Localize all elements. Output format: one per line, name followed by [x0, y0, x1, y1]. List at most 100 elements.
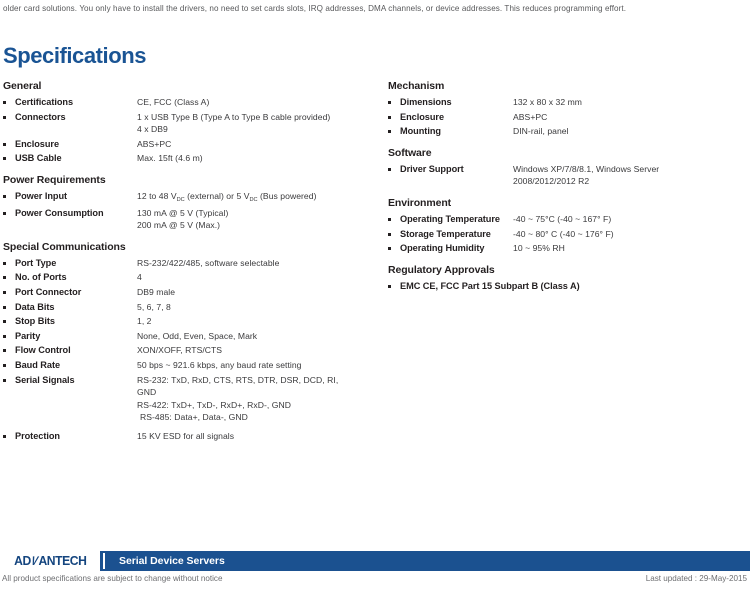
- spec-row: USB Cable Max. 15ft (4.6 m): [3, 152, 383, 165]
- spec-row: Storage Temperature -40 ~ 80° C (-40 ~ 17…: [388, 228, 748, 241]
- spec-group: Software Driver Support Windows XP/7/8/8.1…: [388, 147, 748, 188]
- spec-row: Protection 15 KV ESD for all signals: [3, 430, 383, 443]
- spec-group-heading: Power Requirements: [3, 173, 106, 186]
- spec-label: Power Consumption: [15, 207, 104, 218]
- spec-row: Serial Signals RS-232: TxD, RxD, CTS, RTS…: [3, 374, 383, 424]
- spec-label: Data Bits: [15, 301, 55, 312]
- logo-prefix: AD: [13, 554, 31, 568]
- spec-row: Mounting DIN-rail, panel: [388, 125, 748, 138]
- spec-label: Port Type: [15, 257, 57, 268]
- footer-product-category: Serial Device Servers: [119, 555, 225, 567]
- logo-suffix: ANTECH: [38, 554, 87, 568]
- spec-row: Operating Humidity 10 ~ 95% RH: [388, 242, 748, 255]
- bullet-square-icon: [3, 152, 15, 161]
- advantech-logo-text: ADVANTECH: [13, 554, 87, 568]
- spec-row: Connectors 1 x USB Type B (Type A to Type…: [3, 111, 383, 136]
- bullet-square-icon: [3, 359, 15, 367]
- spec-row: Certifications CE, FCC (Class A): [3, 96, 383, 109]
- spec-group: Mechanism Dimensions 132 x 80 x 32 mm Enclo…: [388, 80, 748, 138]
- spec-label: Operating Temperature: [400, 213, 500, 224]
- footer-bar: [0, 551, 750, 571]
- bullet-square-icon: [3, 301, 15, 309]
- spec-value: None, Odd, Even, Space, Mark: [137, 330, 258, 341]
- bullet-square-icon: [3, 257, 15, 265]
- specifications-right-column: Mechanism Dimensions 132 x 80 x 32 mm Enclo…: [388, 80, 748, 301]
- spec-value: DB9 male: [137, 286, 176, 297]
- spec-label: Serial Signals: [15, 374, 75, 385]
- bullet-square-icon: [388, 213, 400, 221]
- spec-value: DIN-rail, panel: [513, 126, 569, 137]
- spec-label: Certifications: [15, 97, 74, 107]
- bullet-square-icon: [388, 163, 400, 171]
- spec-group-heading: Mechanism: [388, 80, 445, 92]
- spec-value: Windows XP/7/8/8.1, Windows Server 2008/2…: [513, 163, 660, 187]
- spec-value: -40 ~ 80° C (-40 ~ 176° F): [513, 228, 614, 239]
- spec-value: XON/XOFF, RTS/CTS: [137, 345, 223, 356]
- spec-label: Driver Support: [400, 163, 464, 174]
- spec-group-heading: Software: [388, 146, 432, 159]
- spec-row: Dimensions 132 x 80 x 32 mm: [388, 96, 748, 109]
- footer-divider: [103, 553, 105, 569]
- spec-label: Dimensions: [400, 97, 452, 107]
- spec-value: 5, 6, 7, 8: [137, 301, 171, 312]
- spec-group: Special Communications Port Type RS-232/42…: [3, 241, 383, 443]
- spec-group: Power Requirements Power Input 12 to 48 VD…: [3, 174, 383, 232]
- spec-label: Flow Control: [15, 345, 71, 356]
- spec-label: Operating Humidity: [400, 243, 485, 254]
- bullet-square-icon: [388, 242, 400, 251]
- spec-label: USB Cable: [15, 153, 62, 164]
- spec-value: ABS+PC: [137, 138, 172, 149]
- spec-row: Operating Temperature -40 ~ 75°C (-40 ~ 1…: [388, 213, 748, 226]
- bullet-square-icon: [3, 374, 15, 382]
- spec-label: Port Connector: [15, 286, 82, 297]
- spec-row: EMC CE, FCC Part 15 Subpart B (Class A): [388, 280, 748, 293]
- spec-label: Stop Bits: [15, 316, 55, 327]
- spec-row: No. of Ports 4: [3, 271, 383, 284]
- spec-label: EMC CE, FCC Part 15 Subpart B (Class A): [400, 280, 580, 291]
- spec-value: 1, 2: [137, 316, 152, 327]
- bullet-square-icon: [3, 111, 15, 119]
- spec-value: -40 ~ 75°C (-40 ~ 167° F): [513, 213, 612, 224]
- bullet-square-icon: [3, 190, 15, 198]
- footer-last-updated: Last updated : 29-May-2015: [645, 574, 747, 583]
- spec-value: RS-232/422/485, software selectable: [137, 257, 280, 268]
- spec-value: Max. 15ft (4.6 m): [137, 153, 203, 164]
- bullet-square-icon: [388, 280, 400, 288]
- spec-row: Enclosure ABS+PC: [3, 138, 383, 151]
- spec-value: CE, FCC (Class A): [137, 97, 210, 107]
- bullet-square-icon: [3, 271, 15, 280]
- spec-row: Data Bits 5, 6, 7, 8: [3, 301, 383, 314]
- bullet-square-icon: [3, 330, 15, 338]
- spec-group-heading: General: [3, 80, 42, 92]
- spec-group-heading: Environment: [388, 196, 452, 209]
- bullet-square-icon: [3, 138, 15, 146]
- advantech-logo: ADVANTECH: [0, 551, 100, 571]
- spec-row: Parity None, Odd, Even, Space, Mark: [3, 330, 383, 343]
- spec-value: 50 bps ~ 921.6 kbps, any baud rate setti…: [137, 359, 302, 370]
- intro-paragraph: older card solutions. You only have to i…: [3, 4, 627, 13]
- spec-value: 130 mA @ 5 V (Typical) 200 mA @ 5 V (Max.…: [137, 207, 229, 231]
- spec-value: 4: [137, 272, 142, 283]
- bullet-square-icon: [388, 111, 400, 119]
- spec-row: Power Input 12 to 48 VDC (external) or 5 …: [3, 190, 383, 205]
- spec-label: Baud Rate: [15, 359, 61, 370]
- spec-label: Enclosure: [400, 111, 445, 122]
- specifications-left-column: General Certifications CE, FCC (Class A) Co…: [3, 80, 383, 451]
- spec-row: Baud Rate 50 bps ~ 921.6 kbps, any baud r…: [3, 359, 383, 372]
- spec-value: RS-232: TxD, RxD, CTS, RTS, DTR, DSR, DC…: [137, 374, 339, 423]
- bullet-square-icon: [3, 344, 15, 353]
- spec-group: Regulatory Approvals EMC CE, FCC Part 15 …: [388, 264, 748, 293]
- spec-label: Storage Temperature: [400, 228, 491, 239]
- spec-row: Driver Support Windows XP/7/8/8.1, Window…: [388, 163, 748, 188]
- spec-row: Power Consumption 130 mA @ 5 V (Typical) 2…: [3, 207, 383, 232]
- spec-row: Stop Bits 1, 2: [3, 315, 383, 328]
- spec-label: Connectors: [15, 111, 66, 122]
- footer-disclaimer: All product specifications are subject t…: [2, 574, 223, 583]
- spec-row: Port Connector DB9 male: [3, 286, 383, 299]
- spec-label: Power Input: [15, 190, 68, 201]
- spec-label: Protection: [15, 430, 60, 441]
- bullet-square-icon: [3, 430, 15, 438]
- spec-label: Parity: [15, 330, 41, 341]
- spec-group: General Certifications CE, FCC (Class A) Co…: [3, 80, 383, 165]
- spec-label: No. of Ports: [15, 272, 67, 283]
